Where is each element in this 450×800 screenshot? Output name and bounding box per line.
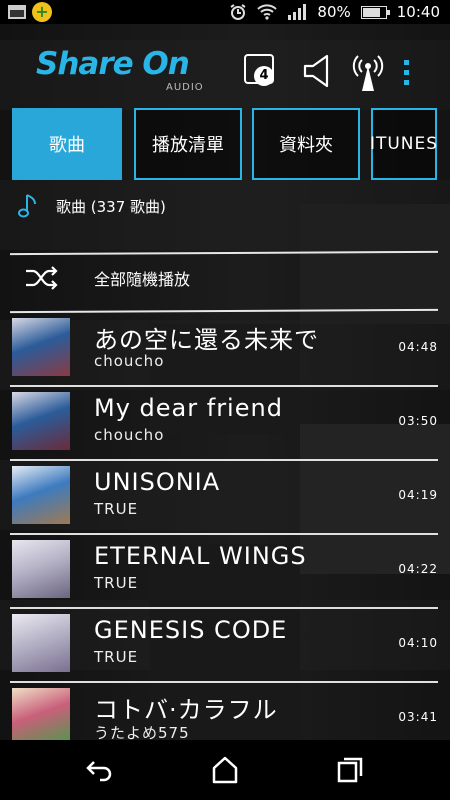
tab-folders[interactable]: 資料夾	[252, 108, 360, 180]
app-logo-subtitle: AUDIO	[166, 82, 204, 93]
divider	[10, 459, 438, 461]
song-artist: TRUE	[94, 648, 139, 666]
divider	[10, 533, 438, 535]
song-title: ETERNAL WINGS	[94, 542, 307, 570]
tab-itunes[interactable]: ITUNES	[370, 108, 437, 180]
song-row[interactable]: My dear friend choucho 03:50	[0, 388, 450, 461]
clock: 10:40	[396, 3, 440, 21]
song-row[interactable]: ETERNAL WINGS TRUE 04:22	[0, 536, 450, 609]
album-art	[12, 318, 70, 376]
song-row[interactable]: GENESIS CODE TRUE 04:10	[0, 610, 450, 683]
shuffle-all-label: 全部隨機播放	[94, 270, 191, 289]
devices-button[interactable]: 4	[244, 54, 274, 86]
album-art	[12, 466, 70, 524]
song-title: UNISONIA	[94, 468, 221, 496]
song-artist: choucho	[94, 352, 165, 370]
tab-songs[interactable]: 歌曲	[12, 108, 122, 180]
album-art	[12, 540, 70, 598]
album-art	[12, 614, 70, 672]
shuffle-icon	[26, 266, 58, 290]
home-icon[interactable]	[207, 754, 243, 786]
song-duration: 04:19	[398, 488, 438, 502]
song-count-label: 歌曲 (337 歌曲)	[56, 197, 166, 216]
song-title: あの空に還る未来で	[94, 326, 319, 354]
song-title: My dear friend	[94, 394, 283, 422]
gallery-icon	[8, 5, 26, 19]
divider	[10, 607, 438, 609]
back-icon[interactable]	[82, 754, 118, 786]
broadcast-icon[interactable]	[350, 52, 386, 92]
song-row[interactable]: UNISONIA TRUE 04:19	[0, 462, 450, 535]
song-artist: TRUE	[94, 500, 139, 518]
song-artist: TRUE	[94, 574, 139, 592]
alarm-icon	[230, 4, 246, 20]
song-duration: 04:10	[398, 636, 438, 650]
song-duration: 03:41	[398, 710, 438, 724]
overflow-menu-icon[interactable]	[404, 60, 410, 90]
album-art	[12, 392, 70, 450]
song-title: コトバ·カラフル	[94, 696, 278, 724]
app-logo: Share On	[36, 46, 190, 82]
plus-app-icon: +	[32, 2, 52, 22]
divider	[10, 385, 438, 387]
battery-percent: 80%	[317, 3, 351, 21]
album-art	[12, 688, 70, 746]
wifi-icon	[257, 4, 278, 20]
section-header: 歌曲 (337 歌曲)	[0, 190, 450, 222]
signal-icon	[288, 4, 307, 20]
tab-bar: 歌曲 播放清單 資料夾 ITUNES	[0, 104, 450, 184]
song-duration: 04:48	[398, 340, 438, 354]
song-artist: choucho	[94, 426, 165, 444]
song-title: GENESIS CODE	[94, 616, 288, 644]
battery-icon	[360, 5, 390, 19]
divider	[10, 681, 438, 683]
music-note-icon	[18, 194, 36, 218]
app-header: Share On AUDIO 4	[0, 24, 450, 100]
song-duration: 03:50	[398, 414, 438, 428]
shuffle-all-row[interactable]: 全部隨機播放	[0, 256, 450, 300]
navigation-bar	[0, 740, 450, 800]
status-bar: + 80% 10:40	[0, 0, 450, 24]
tab-playlists[interactable]: 播放清單	[134, 108, 242, 180]
song-row[interactable]: あの空に還る未来で choucho 04:48	[0, 314, 450, 387]
recents-icon[interactable]	[332, 754, 368, 786]
speaker-icon[interactable]	[302, 54, 332, 88]
device-count-badge: 4	[254, 66, 274, 86]
song-duration: 04:22	[398, 562, 438, 576]
